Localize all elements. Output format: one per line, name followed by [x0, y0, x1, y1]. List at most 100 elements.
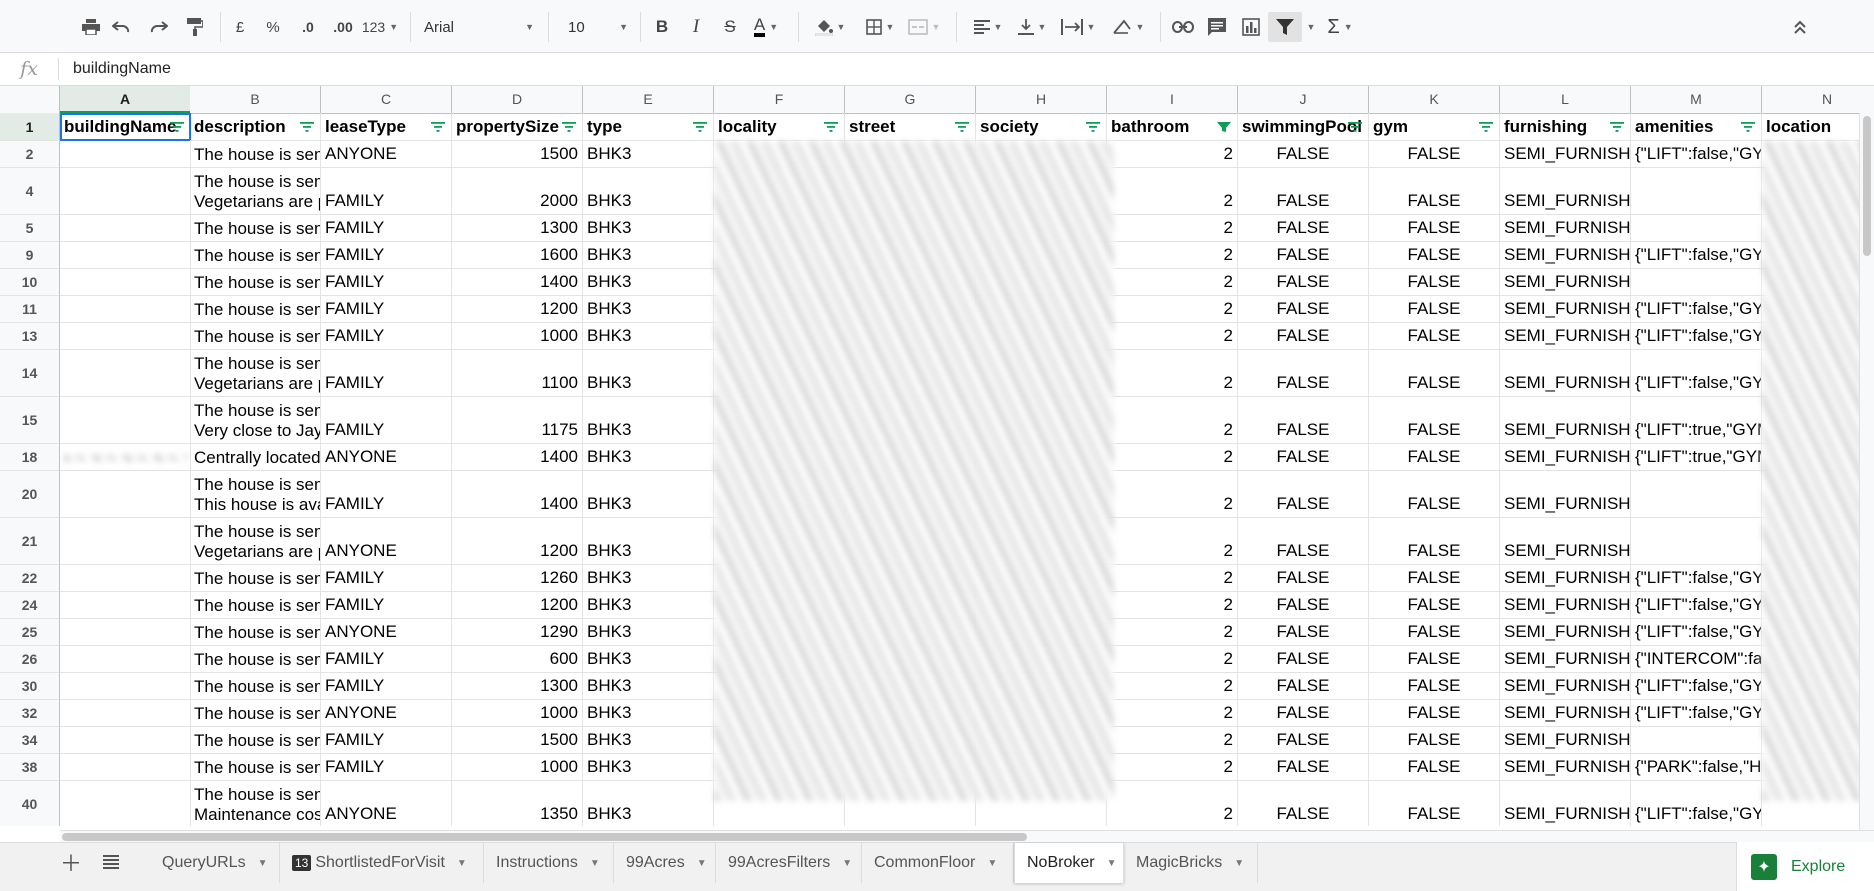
table-cell-buildingName[interactable]	[60, 518, 191, 565]
filter-icon[interactable]	[300, 122, 314, 132]
table-cell-pool[interactable]: FALSE	[1238, 673, 1369, 700]
table-cell-type[interactable]: BHK3	[583, 673, 714, 700]
table-cell-pool[interactable]: FALSE	[1238, 781, 1369, 826]
table-cell-desc[interactable]: The house is semi	[190, 242, 321, 269]
row-header-11[interactable]: 11	[0, 296, 60, 323]
sheet-tab-commonfloor[interactable]: CommonFloor ▼	[862, 843, 1014, 883]
table-cell-type[interactable]: BHK3	[583, 754, 714, 781]
currency-format-button[interactable]: £	[230, 12, 250, 42]
table-cell-type[interactable]: BHK3	[583, 141, 714, 168]
column-header-n[interactable]: N	[1762, 86, 1874, 113]
table-cell-furn[interactable]: SEMI_FURNISHED	[1500, 323, 1631, 350]
table-cell-size[interactable]: 1400	[452, 471, 583, 518]
row-header-10[interactable]: 10	[0, 269, 60, 296]
header-cell-location[interactable]: location	[1762, 113, 1874, 141]
select-all-corner[interactable]	[0, 86, 60, 113]
table-cell-amen[interactable]	[1631, 269, 1762, 296]
table-cell-gym[interactable]: FALSE	[1369, 215, 1500, 242]
table-cell-buildingName[interactable]	[60, 700, 191, 727]
table-cell-gym[interactable]: FALSE	[1369, 592, 1500, 619]
table-cell-gym[interactable]: FALSE	[1369, 350, 1500, 397]
table-cell-size[interactable]: 1200	[452, 296, 583, 323]
table-cell-size[interactable]: 1260	[452, 565, 583, 592]
table-cell-bath[interactable]: 2	[1107, 269, 1238, 296]
table-cell-buildingName[interactable]	[60, 168, 191, 215]
table-cell-pool[interactable]: FALSE	[1238, 565, 1369, 592]
table-cell-bath[interactable]: 2	[1107, 673, 1238, 700]
table-cell-desc[interactable]: Centrally located	[190, 444, 321, 471]
sheet-tab-instructions[interactable]: Instructions ▼	[484, 843, 614, 883]
table-cell-lease[interactable]: FAMILY	[321, 168, 452, 215]
row-header-26[interactable]: 26	[0, 646, 60, 673]
font-size-select[interactable]: 10 ▼	[568, 12, 628, 42]
row-header-2[interactable]: 2	[0, 141, 60, 168]
increase-decimal-button[interactable]: .00	[327, 12, 359, 42]
table-cell-type[interactable]: BHK3	[583, 727, 714, 754]
table-cell-bath[interactable]: 2	[1107, 141, 1238, 168]
row-header-14[interactable]: 14	[0, 350, 60, 397]
table-cell-lease[interactable]: FAMILY	[321, 565, 452, 592]
chevron-down-icon[interactable]: ▼	[697, 858, 707, 869]
column-header-c[interactable]: C	[321, 86, 452, 113]
add-sheet-button[interactable]: ＋	[58, 847, 84, 877]
table-cell-type[interactable]: BHK3	[583, 296, 714, 323]
table-cell-furn[interactable]: SEMI_FURNISHED	[1500, 754, 1631, 781]
table-cell-desc[interactable]: The house is semi Vegetarians are p	[190, 518, 321, 565]
filter-icon[interactable]	[955, 122, 969, 132]
table-cell-size[interactable]: 1600	[452, 242, 583, 269]
table-cell-amen[interactable]	[1631, 215, 1762, 242]
header-cell-leasetype[interactable]: leaseType	[321, 113, 452, 141]
table-cell-amen[interactable]	[1631, 518, 1762, 565]
table-cell-furn[interactable]: SEMI_FURNISHED	[1500, 781, 1631, 826]
chevron-down-icon[interactable]: ▼	[842, 858, 852, 869]
italic-button[interactable]: I	[686, 12, 706, 42]
table-cell-buildingName[interactable]	[60, 673, 191, 700]
collapse-toolbar-button[interactable]	[1786, 12, 1814, 42]
table-cell-desc[interactable]: The house is semi Maintenance cost	[190, 781, 321, 826]
table-cell-furn[interactable]: SEMI_FURNISHED	[1500, 471, 1631, 518]
table-cell-gym[interactable]: FALSE	[1369, 397, 1500, 444]
table-cell-furn[interactable]: SEMI_FURNISHED	[1500, 646, 1631, 673]
row-header-13[interactable]: 13	[0, 323, 60, 350]
spreadsheet-grid[interactable]: ABCDEFGHIJKLMN 1 buildingName description l…	[0, 86, 1874, 826]
column-header-j[interactable]: J	[1238, 86, 1369, 113]
table-cell-bath[interactable]: 2	[1107, 350, 1238, 397]
table-cell-amen[interactable]	[1631, 168, 1762, 215]
table-cell-size[interactable]: 1300	[452, 673, 583, 700]
table-cell-amen[interactable]: {"LIFT":false,"GYM"	[1631, 781, 1762, 826]
table-cell-amen[interactable]: {"PARK":false,"HOU	[1631, 754, 1762, 781]
table-cell-pool[interactable]: FALSE	[1238, 471, 1369, 518]
row-header-25[interactable]: 25	[0, 619, 60, 646]
table-cell-size[interactable]: 1000	[452, 700, 583, 727]
table-cell-desc[interactable]: The house is semi Very close to Jay	[190, 397, 321, 444]
table-cell-lease[interactable]: ANYONE	[321, 141, 452, 168]
table-cell-type[interactable]: BHK3	[583, 168, 714, 215]
column-header-k[interactable]: K	[1369, 86, 1500, 113]
sheet-tab-nobroker[interactable]: NoBroker ▼	[1014, 843, 1124, 883]
table-cell-bath[interactable]: 2	[1107, 700, 1238, 727]
table-cell-furn[interactable]: SEMI_FURNISHED	[1500, 242, 1631, 269]
table-cell-size[interactable]: 1500	[452, 141, 583, 168]
table-cell-pool[interactable]: FALSE	[1238, 215, 1369, 242]
column-header-g[interactable]: G	[845, 86, 976, 113]
table-cell-buildingName[interactable]	[60, 350, 191, 397]
table-cell-pool[interactable]: FALSE	[1238, 727, 1369, 754]
table-cell-gym[interactable]: FALSE	[1369, 323, 1500, 350]
table-cell-lease[interactable]: FAMILY	[321, 471, 452, 518]
table-cell-bath[interactable]: 2	[1107, 444, 1238, 471]
table-cell-buildingName[interactable]	[60, 141, 191, 168]
table-cell-pool[interactable]: FALSE	[1238, 518, 1369, 565]
row-header-20[interactable]: 20	[0, 471, 60, 518]
table-cell-buildingName[interactable]	[60, 592, 191, 619]
chevron-down-icon[interactable]: ▼	[457, 858, 467, 869]
table-cell-lease[interactable]: ANYONE	[321, 781, 452, 826]
table-cell-gym[interactable]: FALSE	[1369, 444, 1500, 471]
table-cell-desc[interactable]: The house is semi	[190, 269, 321, 296]
sheet-tab-99acres[interactable]: 99Acres ▼	[614, 843, 716, 883]
chevron-down-icon[interactable]: ▼	[258, 858, 268, 869]
table-cell-bath[interactable]: 2	[1107, 242, 1238, 269]
row-header-5[interactable]: 5	[0, 215, 60, 242]
table-cell-pool[interactable]: FALSE	[1238, 646, 1369, 673]
horizontal-align-button[interactable]: ▼	[968, 12, 1008, 42]
explore-button[interactable]: ✦ Explore	[1736, 842, 1874, 891]
